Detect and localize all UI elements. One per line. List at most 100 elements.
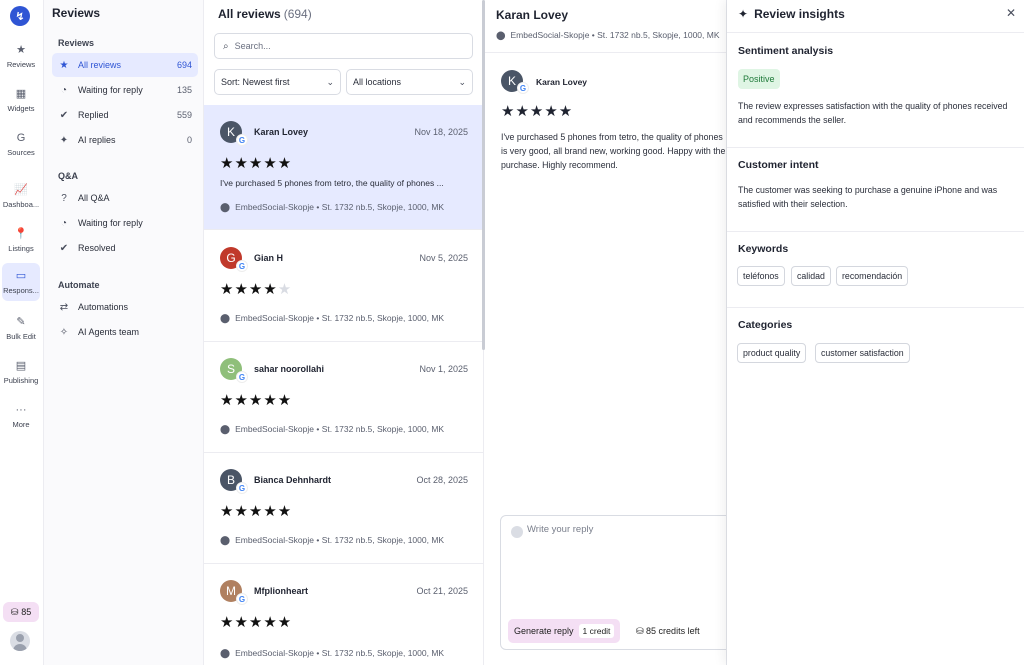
nav-item-resolved[interactable]: ✔ Resolved xyxy=(52,236,198,260)
detail-reviewer-name-small: Karan Lovey xyxy=(536,77,588,87)
google-icon: G xyxy=(517,82,529,94)
nav-item-count: 135 xyxy=(176,85,192,95)
star-rating: ★★★★★ xyxy=(220,281,293,298)
keyword-chip: calidad xyxy=(791,266,831,286)
nav-item-all-reviews[interactable]: ★ All reviews 694 xyxy=(52,53,198,77)
location-name: EmbedSocial-Skopje xyxy=(235,648,314,658)
detail-reviewer-name: Karan Lovey xyxy=(496,8,569,22)
nav-item-automations[interactable]: ⇄ Automations xyxy=(52,295,198,319)
category-chip: product quality xyxy=(737,343,807,363)
reviewer-name: Gian H xyxy=(254,253,284,263)
nav-item-ai-replies[interactable]: ✦ AI replies 0 xyxy=(52,128,198,152)
review-detail-panel: Karan Lovey ⬤ EmbedSocial-Skopje • St. 17… xyxy=(485,0,727,665)
location-address: St. 1732 nb.5, Skopje, 1000, MK xyxy=(321,535,445,545)
review-snippet: I've purchased 5 phones from tetro, the … xyxy=(220,178,444,188)
check-icon: ✔ xyxy=(59,109,69,121)
pin-icon: ⬤ xyxy=(220,202,231,212)
search-box[interactable]: ⌕ xyxy=(214,33,473,59)
rail-item-publishing[interactable]: ▤ Publishing xyxy=(2,353,40,391)
list-count: (694) xyxy=(283,7,312,21)
categories-section: Categories product quality customer sati… xyxy=(727,307,1024,377)
app-root: ↯ ★ Reviews ▦ Widgets G Sources 📈 Dashboa...… xyxy=(0,0,1024,665)
nav-section-qa: Q&A xyxy=(58,171,78,181)
user-avatar[interactable] xyxy=(10,631,30,651)
keyword-chip: recomendación xyxy=(836,266,909,286)
sparkle-icon: ✦ xyxy=(738,7,749,21)
location-name: EmbedSocial-Skopje xyxy=(235,424,314,434)
list-header: All reviews (694) xyxy=(218,7,312,21)
credits-left-text: 85 credits left xyxy=(646,626,700,636)
close-icon[interactable]: ✕ xyxy=(1006,6,1016,20)
nav-item-all-qa[interactable]: ? All Q&A xyxy=(52,186,198,210)
divider xyxy=(485,52,726,53)
rail-item-bulk-edit[interactable]: ✎ Bulk Edit xyxy=(2,309,40,347)
review-card[interactable]: K G Karan Lovey Nov 18, 2025 ★★★★★ I've … xyxy=(204,105,483,230)
sort-select[interactable]: Sort: Newest first ⌄ xyxy=(214,69,341,95)
star-rating: ★★★★★ xyxy=(501,103,574,120)
location-select[interactable]: All locations ⌄ xyxy=(346,69,473,95)
reply-box: Generate reply 1 credit ⛁ 85 credits left xyxy=(500,515,726,650)
search-icon: ⌕ xyxy=(223,40,229,52)
location-name: EmbedSocial-Skopje xyxy=(510,30,590,40)
nav-item-label: AI replies xyxy=(78,135,116,145)
rail-item-reviews[interactable]: ★ Reviews xyxy=(2,37,40,75)
google-icon: G xyxy=(16,131,26,144)
review-insights-panel: ✦ Review insights ✕ Sentiment analysis Po… xyxy=(727,0,1024,665)
keyword-chip: teléfonos xyxy=(737,266,785,286)
section-title: Categories xyxy=(738,319,793,331)
google-icon: G xyxy=(236,134,248,146)
coin-icon: ⛁ xyxy=(636,626,647,636)
icon-rail: ↯ ★ Reviews ▦ Widgets G Sources 📈 Dashboa...… xyxy=(0,0,44,665)
rail-item-dashboard[interactable]: 📈 Dashboa... xyxy=(2,177,40,215)
location-name: EmbedSocial-Skopje xyxy=(235,313,314,323)
intent-section: Customer intent The customer was seeking… xyxy=(727,147,1024,231)
location-label: All locations xyxy=(353,77,402,87)
widgets-icon: ▦ xyxy=(15,87,27,100)
review-location: ⬤ EmbedSocial-Skopje • St. 1732 nb.5, Sko… xyxy=(220,535,445,545)
nav-item-label: All Q&A xyxy=(78,193,110,203)
nav-item-ai-agents[interactable]: ✧ AI Agents team xyxy=(52,320,198,344)
logo-icon[interactable]: ↯ xyxy=(10,6,30,26)
star-rating: ★★★★★ xyxy=(220,392,293,409)
nav-item-qa-waiting[interactable]: ◔ Waiting for reply xyxy=(52,211,198,235)
rail-item-responses[interactable]: ▭ Respons... xyxy=(2,263,40,301)
chevron-down-icon: ⌄ xyxy=(326,76,334,87)
rail-label: Sources xyxy=(7,147,35,157)
rail-item-sources[interactable]: G Sources xyxy=(2,125,40,163)
credits-badge[interactable]: ⛁ 85 xyxy=(3,602,39,622)
rail-label: Reviews xyxy=(6,59,36,69)
nav-item-count: 694 xyxy=(176,60,192,70)
rail-item-listings[interactable]: 📍 Listings xyxy=(2,221,40,259)
nav-item-label: Replied xyxy=(78,110,109,120)
rail-label: Bulk Edit xyxy=(6,331,36,341)
category-chip: customer satisfaction xyxy=(815,343,910,363)
reviewer-name: Mfplionheart xyxy=(254,586,308,596)
nav-item-waiting[interactable]: ◔ Waiting for reply 135 xyxy=(52,78,198,102)
review-card[interactable]: B G Bianca Dehnhardt Oct 28, 2025 ★★★★★ … xyxy=(204,453,483,564)
pin-icon: ⬤ xyxy=(220,424,231,434)
nav-item-label: AI Agents team xyxy=(78,327,140,337)
star-icon: ★ xyxy=(16,43,26,56)
star-rating: ★★★★★ xyxy=(220,614,293,631)
generate-reply-button[interactable]: Generate reply 1 credit xyxy=(508,619,621,643)
automation-icon: ⇄ xyxy=(59,301,69,313)
nav-item-replied[interactable]: ✔ Replied 559 xyxy=(52,103,198,127)
rail-label: Widgets xyxy=(7,103,35,113)
reply-input[interactable] xyxy=(527,524,726,564)
reviewer-name: Karan Lovey xyxy=(254,127,309,137)
rail-item-widgets[interactable]: ▦ Widgets xyxy=(2,81,40,119)
check-icon: ✔ xyxy=(59,242,69,254)
pin-icon: ⬤ xyxy=(220,313,231,323)
nav-title: Reviews xyxy=(52,6,101,20)
review-card[interactable]: M G Mfplionheart Oct 21, 2025 ★★★★★ ⬤ Emb… xyxy=(204,564,483,665)
rail-item-more[interactable]: ··· More xyxy=(2,397,40,435)
review-text: I've purchased 5 phones from tetro, the … xyxy=(501,132,726,170)
review-date: Oct 28, 2025 xyxy=(416,475,468,485)
review-date: Oct 21, 2025 xyxy=(416,586,468,596)
review-card[interactable]: G G Gian H Nov 5, 2025 ★★★★★ ⬤ EmbedSocia… xyxy=(204,231,483,342)
rail-label: More xyxy=(12,419,30,429)
location-address: St. 1732 nb.5, Skopje, 1000, MK xyxy=(321,202,445,212)
sparkle-icon: ✧ xyxy=(59,326,69,338)
search-input[interactable] xyxy=(234,41,435,51)
review-card[interactable]: S G sahar noorollahi Nov 1, 2025 ★★★★★ ⬤… xyxy=(204,342,483,453)
